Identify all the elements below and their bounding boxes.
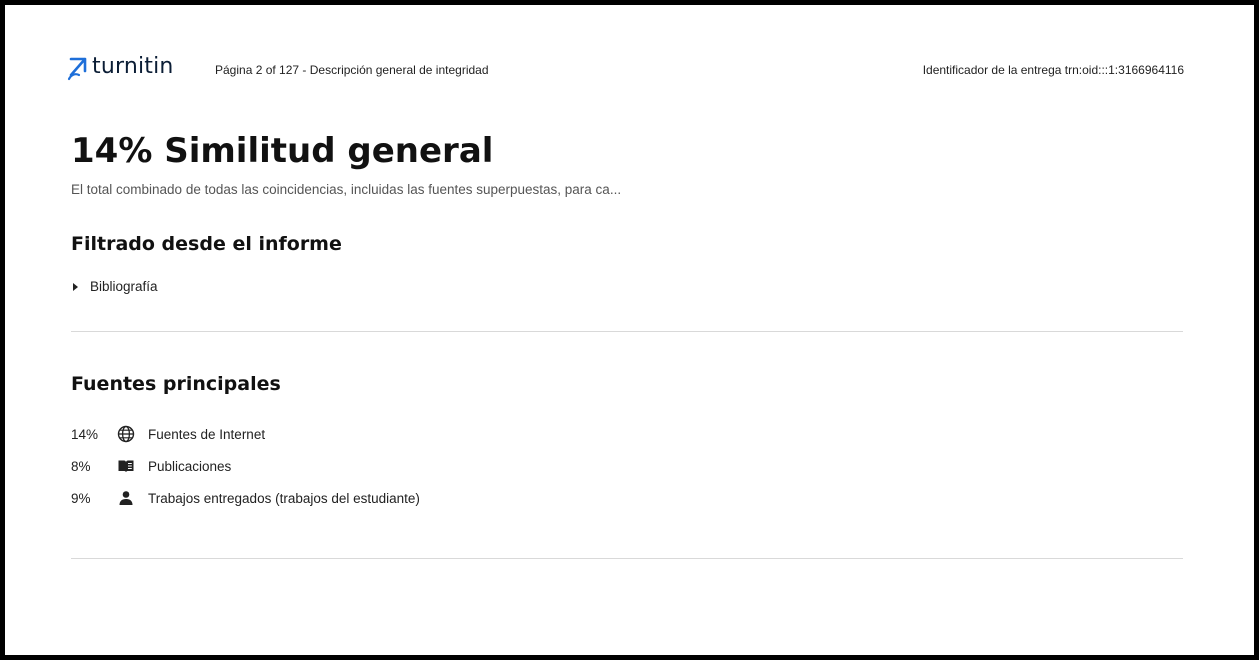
report-content: 14% Similitud general El total combinado… bbox=[71, 130, 1183, 559]
person-icon bbox=[117, 489, 135, 507]
page-info: Página 2 of 127 - Descripción general de… bbox=[215, 63, 489, 77]
source-percent: 8% bbox=[71, 458, 91, 474]
logo-text: turnitin bbox=[92, 54, 174, 79]
report-page: turnitin Página 2 of 127 - Descripción g… bbox=[5, 5, 1254, 655]
turnitin-logo: turnitin bbox=[67, 53, 174, 81]
divider bbox=[71, 558, 1183, 559]
turnitin-logo-icon bbox=[67, 53, 89, 81]
globe-icon bbox=[117, 425, 135, 443]
source-label: Fuentes de Internet bbox=[148, 426, 266, 442]
source-row-publications: 8% Publicaciones bbox=[71, 450, 420, 482]
similarity-title: 14% Similitud general bbox=[71, 131, 494, 171]
page-header: turnitin Página 2 of 127 - Descripción g… bbox=[5, 5, 1254, 85]
divider bbox=[71, 331, 1183, 332]
similarity-description: El total combinado de todas las coincide… bbox=[71, 182, 622, 197]
source-row-student-papers: 9% Trabajos entregados (trabajos del est… bbox=[71, 482, 420, 514]
caret-right-icon bbox=[73, 282, 78, 291]
book-icon bbox=[117, 457, 135, 475]
filtered-item-bibliography[interactable]: Bibliografía bbox=[73, 279, 158, 294]
source-percent: 9% bbox=[71, 490, 91, 506]
source-label: Publicaciones bbox=[148, 458, 232, 474]
sources-list: 14% Fuentes de Internet 8% Publicaciones… bbox=[71, 418, 420, 514]
submission-id: Identificador de la entrega trn:oid:::1:… bbox=[922, 63, 1184, 77]
source-label: Trabajos entregados (trabajos del estudi… bbox=[148, 490, 420, 506]
sources-heading: Fuentes principales bbox=[71, 373, 281, 395]
source-percent: 14% bbox=[71, 426, 99, 442]
filtered-heading: Filtrado desde el informe bbox=[71, 233, 342, 255]
source-row-internet: 14% Fuentes de Internet bbox=[71, 418, 420, 450]
filtered-item-label: Bibliografía bbox=[90, 279, 158, 294]
